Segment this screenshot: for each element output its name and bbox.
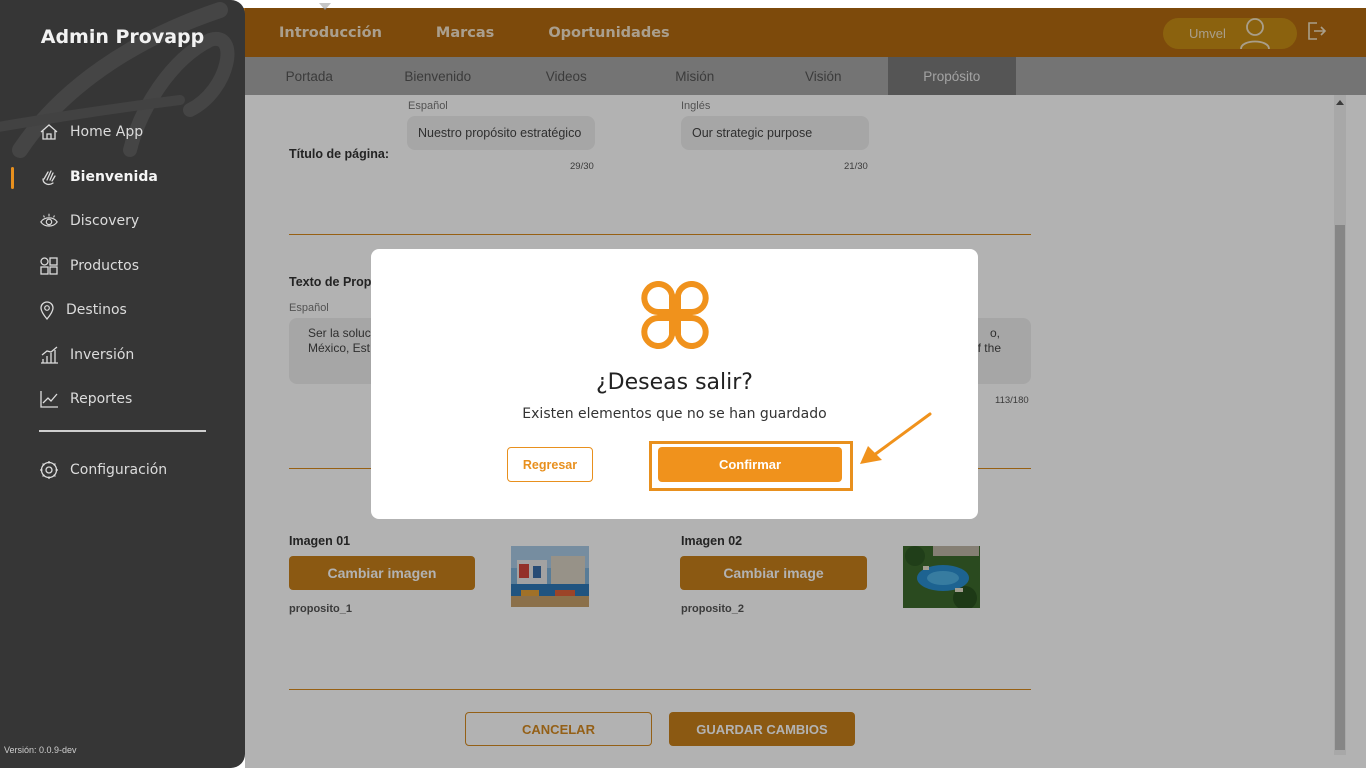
sidebar-item-configuracion[interactable]: Configuración [0, 448, 245, 493]
app-title: Admin Provapp [40, 26, 205, 48]
line-chart-icon [39, 389, 59, 409]
back-button[interactable]: Regresar [507, 447, 593, 482]
sidebar-item-label: Productos [70, 257, 140, 274]
sidebar-item-reportes[interactable]: Reportes [0, 377, 245, 422]
sidebar-item-bienvenida[interactable]: Bienvenida [0, 155, 245, 200]
app-root: Admin Provapp Home App Bienvenida Discov… [0, 0, 1366, 768]
eye-icon [39, 211, 59, 231]
sidebar-item-label: Inversión [70, 346, 135, 363]
confirm-button[interactable]: Confirmar [658, 447, 842, 482]
clover-logo-icon [641, 281, 709, 349]
bar-chart-icon [39, 345, 59, 365]
sidebar-item-inversion[interactable]: Inversión [0, 333, 245, 378]
sidebar-item-label: Configuración [70, 462, 168, 479]
grid-icon [39, 256, 59, 276]
sidebar-item-label: Discovery [70, 213, 140, 230]
sidebar-item-discovery[interactable]: Discovery [0, 199, 245, 244]
sidebar-divider [39, 430, 206, 432]
sidebar-item-productos[interactable]: Productos [0, 244, 245, 289]
sidebar-item-destinos[interactable]: Destinos [0, 288, 245, 333]
sidebar-nav: Home App Bienvenida Discovery Productos [0, 110, 245, 422]
sidebar-config-section: Configuración [0, 448, 245, 493]
sidebar-item-label: Destinos [66, 302, 127, 319]
gear-icon [39, 460, 59, 480]
home-icon [39, 122, 59, 142]
waving-hand-icon [39, 167, 59, 187]
annotation-arrow-icon [860, 412, 932, 464]
dialog-title: ¿Deseas salir? [596, 370, 753, 395]
version-label: Versión: 0.0.9-dev [4, 745, 77, 755]
sidebar-item-label: Reportes [70, 391, 133, 408]
location-pin-icon [39, 300, 55, 321]
sidebar-item-label: Home App [70, 124, 144, 141]
exit-confirm-dialog: ¿Deseas salir? Existen elementos que no … [371, 249, 978, 519]
sidebar-item-home-app[interactable]: Home App [0, 110, 245, 155]
sidebar-item-label: Bienvenida [70, 168, 158, 185]
sidebar: Admin Provapp Home App Bienvenida Discov… [0, 0, 245, 768]
